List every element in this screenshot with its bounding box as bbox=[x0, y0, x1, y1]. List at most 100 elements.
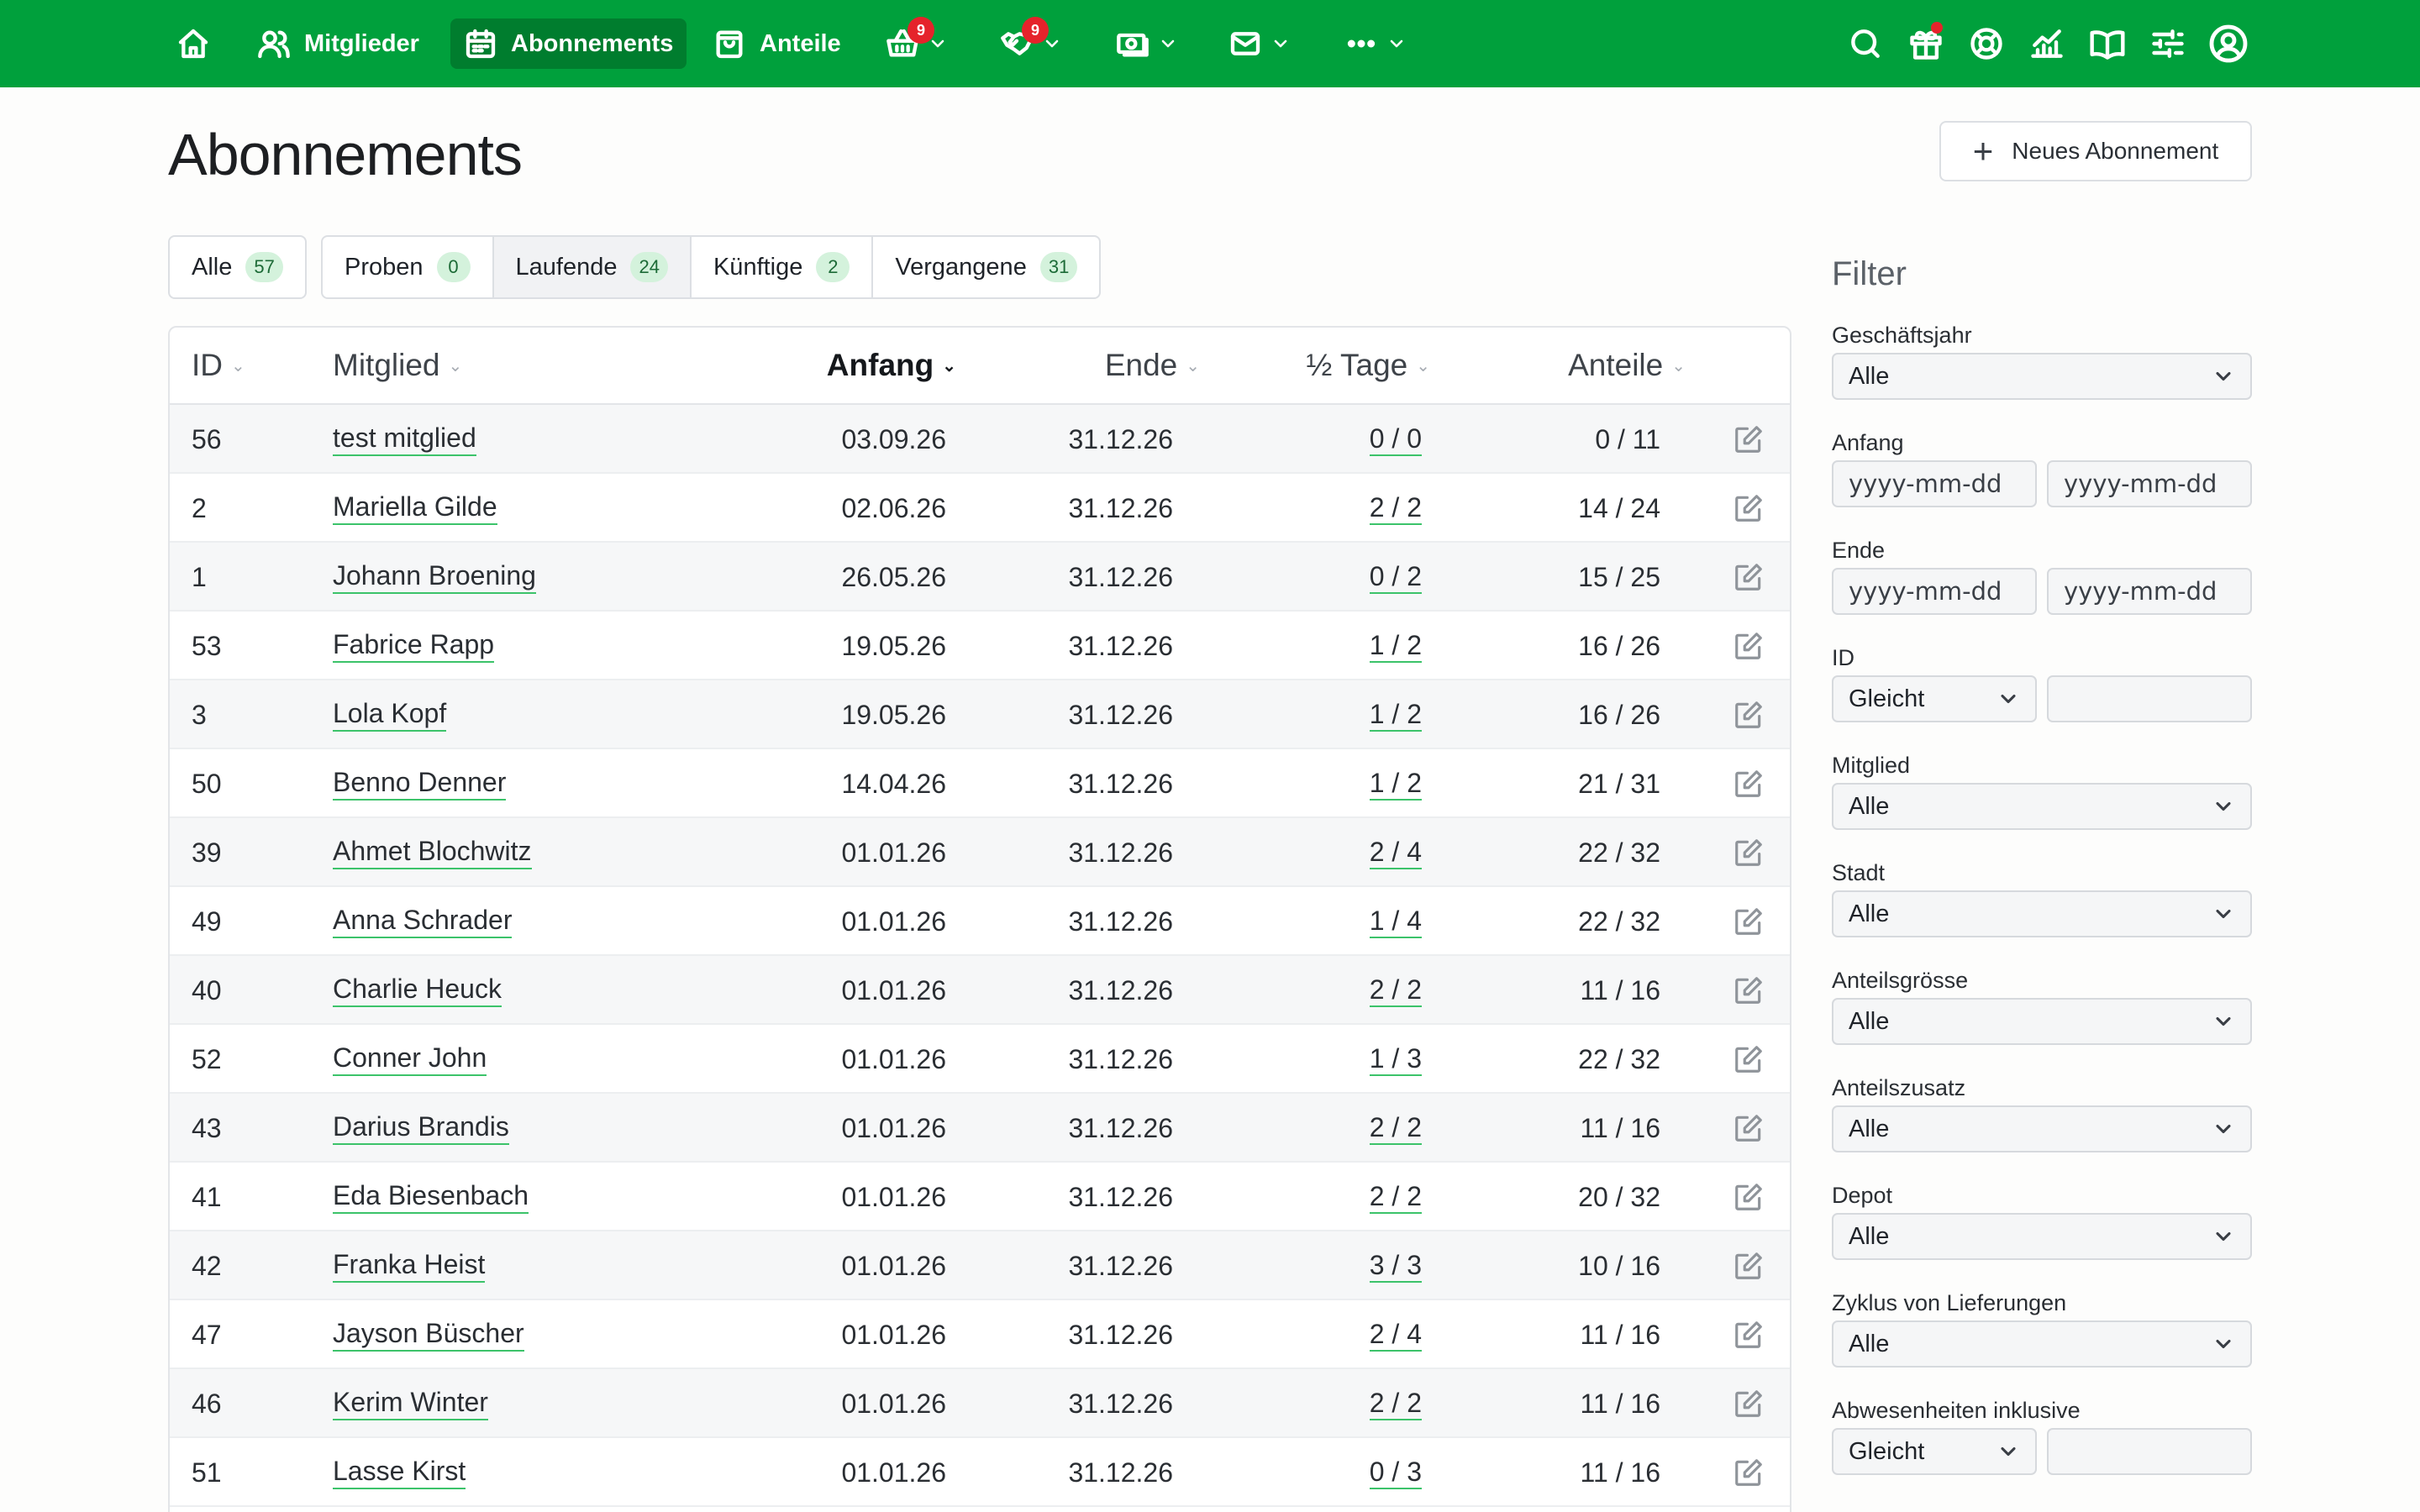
filter-end-to-input[interactable]: yyyy-mm-dd bbox=[2047, 568, 2252, 615]
edit-button[interactable] bbox=[1733, 956, 1765, 1025]
member-link[interactable]: Conner John bbox=[333, 1042, 487, 1076]
cell-half-days: 1 / 4 bbox=[1369, 887, 1422, 956]
member-link[interactable]: Lasse Kirst bbox=[333, 1456, 466, 1489]
filter-share-size-select[interactable]: Alle bbox=[1832, 998, 2252, 1045]
edit-button[interactable] bbox=[1733, 474, 1765, 543]
filter-member-select[interactable]: Alle bbox=[1832, 783, 2252, 830]
half-days-link[interactable]: 2 / 2 bbox=[1369, 1388, 1422, 1420]
nav-mail-menu[interactable] bbox=[1228, 18, 1291, 69]
column-header-start[interactable]: Anfang ⌄ bbox=[827, 348, 956, 383]
filter-share-extra-select[interactable]: Alle bbox=[1832, 1105, 2252, 1152]
half-days-link[interactable]: 3 / 3 bbox=[1369, 1250, 1422, 1283]
filter-start-to-input[interactable]: yyyy-mm-dd bbox=[2047, 460, 2252, 507]
nav-basket-menu[interactable]: 9 bbox=[886, 17, 948, 69]
tab-all[interactable]: Alle 57 bbox=[168, 235, 307, 299]
edit-button[interactable] bbox=[1733, 1231, 1765, 1300]
half-days-link[interactable]: 2 / 2 bbox=[1369, 1112, 1422, 1145]
member-link[interactable]: Anna Schrader bbox=[333, 905, 513, 938]
member-link[interactable]: Lola Kopf bbox=[333, 698, 447, 732]
nav-billing-menu[interactable] bbox=[1116, 18, 1178, 69]
nav-shares[interactable]: Anteile bbox=[713, 18, 841, 69]
filter-end-from-input[interactable]: yyyy-mm-dd bbox=[1832, 568, 2037, 615]
half-days-link[interactable]: 2 / 2 bbox=[1369, 1181, 1422, 1214]
nav-home[interactable] bbox=[176, 18, 210, 69]
half-days-link[interactable]: 2 / 2 bbox=[1369, 492, 1422, 525]
settings-button[interactable] bbox=[2149, 25, 2186, 62]
help-button[interactable] bbox=[1968, 25, 2005, 62]
member-link[interactable]: Charlie Heuck bbox=[333, 974, 502, 1007]
half-days-link[interactable]: 0 / 2 bbox=[1369, 561, 1422, 594]
new-subscription-button[interactable]: + Neues Abonnement bbox=[1939, 121, 2252, 181]
filter-fiscal-year-select[interactable]: Alle bbox=[1832, 353, 2252, 400]
half-days-link[interactable]: 1 / 2 bbox=[1369, 699, 1422, 732]
edit-button[interactable] bbox=[1733, 543, 1765, 612]
filter-absences-label: Abwesenheiten inklusive bbox=[1832, 1398, 2081, 1423]
member-link[interactable]: Ahmet Blochwitz bbox=[333, 836, 532, 869]
member-link[interactable]: Darius Brandis bbox=[333, 1111, 509, 1145]
search-button[interactable] bbox=[1847, 25, 1884, 62]
cell-id: 39 bbox=[192, 837, 222, 868]
member-link[interactable]: Franka Heist bbox=[333, 1249, 486, 1283]
edit-button[interactable] bbox=[1733, 1163, 1765, 1231]
edit-button[interactable] bbox=[1733, 749, 1765, 818]
member-link[interactable]: Kerim Winter bbox=[333, 1387, 488, 1420]
edit-button[interactable] bbox=[1733, 1369, 1765, 1438]
tab-past[interactable]: Vergangene 31 bbox=[873, 235, 1102, 299]
cell-shares: 11 / 16 bbox=[1580, 974, 1660, 1005]
tab-active[interactable]: Laufende 24 bbox=[493, 235, 692, 299]
half-days-link[interactable]: 1 / 2 bbox=[1369, 768, 1422, 801]
column-header-member[interactable]: Mitglied ⌄ bbox=[333, 348, 462, 383]
nav-members[interactable]: Mitglieder bbox=[257, 18, 419, 69]
half-days-link[interactable]: 1 / 3 bbox=[1369, 1043, 1422, 1076]
half-days-link[interactable]: 2 / 2 bbox=[1369, 974, 1422, 1007]
cell-half-days: 1 / 3 bbox=[1369, 1025, 1422, 1094]
tab-future[interactable]: Künftige 2 bbox=[691, 235, 874, 299]
tab-trial[interactable]: Proben 0 bbox=[321, 235, 494, 299]
member-link[interactable]: Eda Biesenbach bbox=[333, 1180, 529, 1214]
filter-id-operator-select[interactable]: Gleicht bbox=[1832, 675, 2037, 722]
half-days-link[interactable]: 1 / 4 bbox=[1369, 906, 1422, 938]
edit-button[interactable] bbox=[1733, 680, 1765, 749]
filter-cycle-select[interactable]: Alle bbox=[1832, 1320, 2252, 1368]
filter-city-select[interactable]: Alle bbox=[1832, 890, 2252, 937]
member-link[interactable]: Mariella Gilde bbox=[333, 491, 497, 525]
member-link[interactable]: Johann Broening bbox=[333, 560, 536, 594]
member-link[interactable]: Fabrice Rapp bbox=[333, 629, 495, 663]
filter-start-from-input[interactable]: yyyy-mm-dd bbox=[1832, 460, 2037, 507]
column-header-half-days[interactable]: ½ Tage ⌄ bbox=[1307, 348, 1430, 383]
docs-button[interactable] bbox=[2089, 25, 2126, 62]
cell-start: 26.05.26 bbox=[841, 561, 946, 592]
edit-button[interactable] bbox=[1733, 887, 1765, 956]
column-header-shares[interactable]: Anteile ⌄ bbox=[1568, 348, 1686, 383]
half-days-link[interactable]: 2 / 4 bbox=[1369, 1319, 1422, 1352]
member-link[interactable]: Benno Denner bbox=[333, 767, 507, 801]
edit-button[interactable] bbox=[1733, 612, 1765, 680]
statistics-button[interactable] bbox=[2028, 25, 2065, 62]
filter-absences-value-input[interactable] bbox=[2047, 1428, 2252, 1475]
account-button[interactable] bbox=[2208, 24, 2249, 64]
nav-subscriptions[interactable]: Abonnements bbox=[450, 18, 687, 69]
edit-button[interactable] bbox=[1733, 818, 1765, 887]
nav-more-menu[interactable] bbox=[1344, 18, 1407, 69]
filter-id-value-input[interactable] bbox=[2047, 675, 2252, 722]
half-days-link[interactable]: 1 / 2 bbox=[1369, 630, 1422, 663]
nav-handshake-menu[interactable]: 9 bbox=[1000, 17, 1062, 69]
column-header-end[interactable]: Ende ⌄ bbox=[1105, 348, 1200, 383]
gift-button[interactable] bbox=[1907, 22, 1944, 62]
edit-button[interactable] bbox=[1733, 1300, 1765, 1369]
half-days-link[interactable]: 0 / 3 bbox=[1369, 1457, 1422, 1489]
cell-id: 42 bbox=[192, 1250, 222, 1281]
edit-button[interactable] bbox=[1733, 1438, 1765, 1507]
chevron-down-icon bbox=[2001, 1446, 2016, 1457]
half-days-link[interactable]: 0 / 0 bbox=[1369, 423, 1422, 456]
table-header: ID ⌄ Mitglied ⌄ Anfang ⌄ Ende ⌄ ½ Tage ⌄ Ante… bbox=[170, 328, 1790, 405]
member-link[interactable]: test mitglied bbox=[333, 423, 476, 456]
column-header-id[interactable]: ID ⌄ bbox=[192, 348, 245, 383]
filter-absences-operator-select[interactable]: Gleicht bbox=[1832, 1428, 2037, 1475]
edit-button[interactable] bbox=[1733, 1094, 1765, 1163]
member-link[interactable]: Jayson Büscher bbox=[333, 1318, 524, 1352]
half-days-link[interactable]: 2 / 4 bbox=[1369, 837, 1422, 869]
edit-button[interactable] bbox=[1733, 405, 1765, 474]
edit-button[interactable] bbox=[1733, 1025, 1765, 1094]
filter-depot-select[interactable]: Alle bbox=[1832, 1213, 2252, 1260]
